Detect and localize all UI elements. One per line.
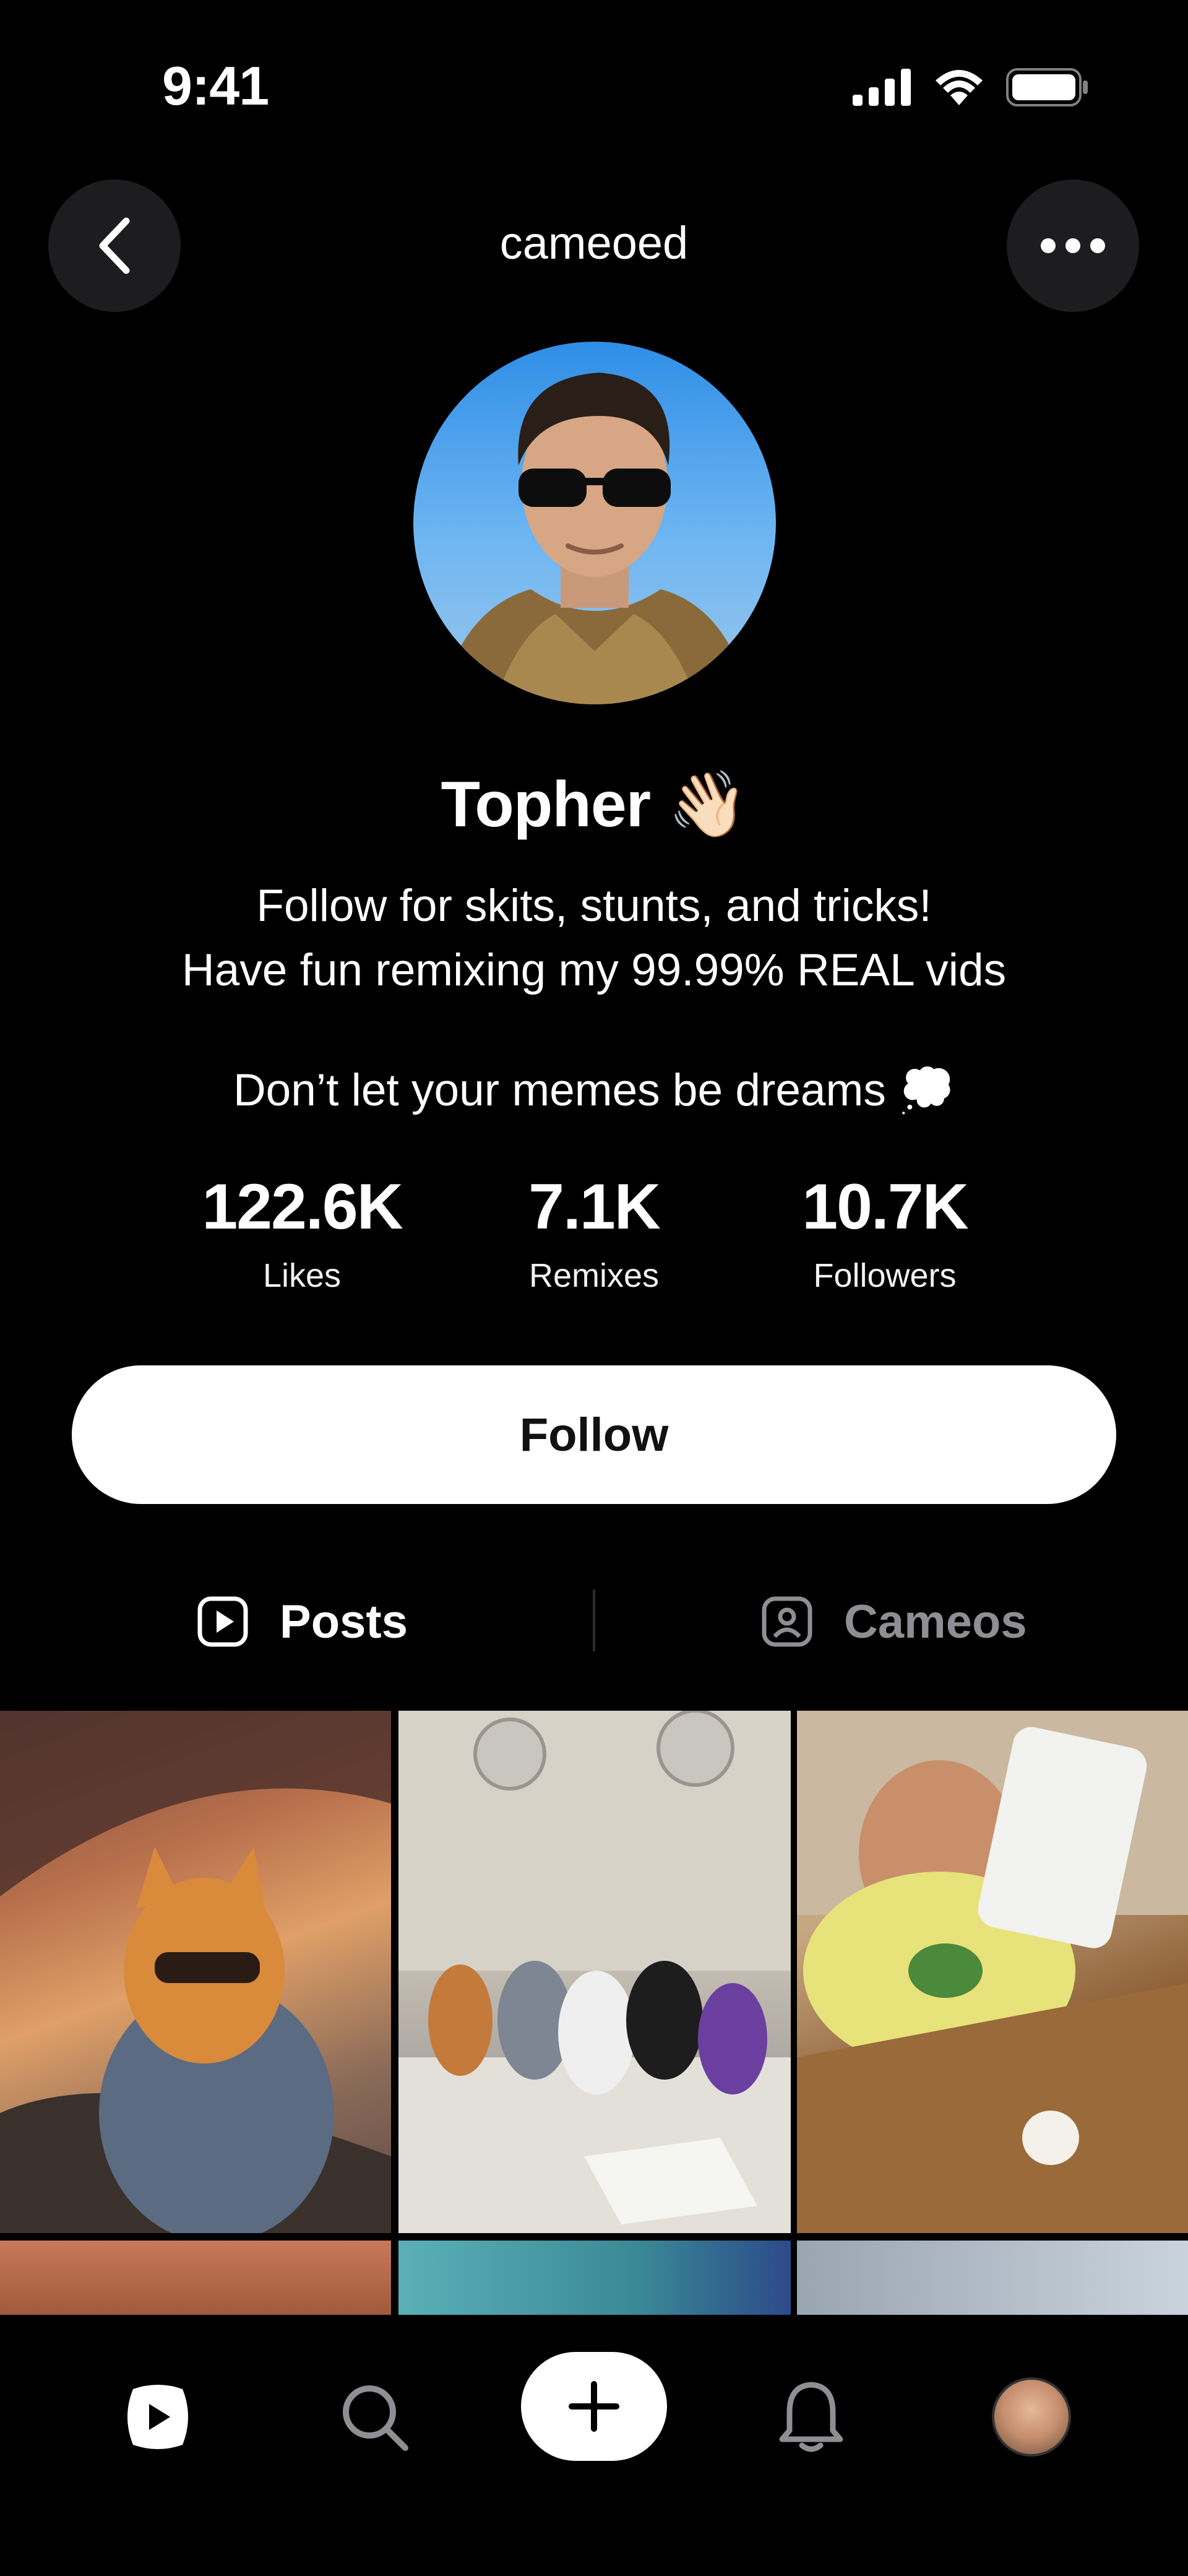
tab-posts[interactable]: Posts: [197, 1591, 408, 1653]
nav-notifications[interactable]: [765, 2371, 858, 2463]
post-thumbnail[interactable]: [0, 1711, 391, 2233]
stat-label: Followers: [813, 1257, 957, 1294]
nav-search[interactable]: [328, 2371, 421, 2463]
ellipsis-icon: [1041, 238, 1105, 253]
play-home-icon: [127, 2385, 188, 2449]
post-image-cats-baking: [398, 1711, 791, 2233]
stat-value: 122.6K: [202, 1171, 403, 1243]
bio-line-1: Follow for skits, stunts, and tricks!: [256, 881, 932, 931]
status-bar: 9:41: [0, 0, 1188, 155]
tab-label: Posts: [280, 1595, 408, 1648]
nav-home[interactable]: [111, 2371, 204, 2463]
avatar-icon: [992, 2377, 1071, 2457]
more-options-button[interactable]: [1007, 179, 1139, 312]
bio-tagline: Don’t let your memes be dreams 💭: [233, 1065, 955, 1115]
post-thumbnail[interactable]: [398, 1711, 791, 2233]
post-thumbnail[interactable]: [797, 2241, 1188, 2315]
search-icon: [343, 2385, 408, 2451]
cellular-signal-icon: [853, 69, 911, 106]
bio-line-2: Have fun remixing my 99.99% REAL vids: [181, 945, 1007, 995]
post-image-cat-driving: [0, 1711, 391, 2233]
plus-icon: [569, 2381, 619, 2432]
nav-profile[interactable]: [985, 2371, 1078, 2463]
status-icons: [853, 68, 1089, 106]
battery-icon: [1006, 68, 1088, 106]
stat-value: 7.1K: [528, 1171, 661, 1243]
post-thumbnail[interactable]: [0, 2241, 391, 2315]
stat-label: Remixes: [528, 1257, 660, 1294]
play-square-icon: [197, 1596, 248, 1647]
person-square-icon: [762, 1596, 812, 1647]
stat-likes[interactable]: 122.6K Likes: [172, 1175, 432, 1295]
tab-divider: [593, 1589, 595, 1651]
profile-avatar: [413, 342, 776, 704]
stat-remixes[interactable]: 7.1K Remixes: [464, 1175, 724, 1295]
tab-label: Cameos: [844, 1595, 1027, 1648]
status-time: 9:41: [162, 55, 269, 116]
wifi-icon: [936, 70, 983, 105]
follow-button[interactable]: Follow: [72, 1365, 1116, 1504]
create-button[interactable]: [521, 2352, 667, 2461]
post-thumbnail[interactable]: [797, 1711, 1188, 2233]
stat-label: Likes: [262, 1257, 342, 1294]
profile-display-name: Topher 👋🏻: [441, 769, 747, 841]
post-thumbnail[interactable]: [398, 2241, 791, 2315]
tab-cameos[interactable]: Cameos: [761, 1591, 1027, 1653]
post-image-baby-egg: [797, 1711, 1188, 2233]
profile-bio: Follow for skits, stunts, and tricks! Ha…: [0, 874, 1188, 1003]
stat-followers[interactable]: 10.7K Followers: [755, 1175, 1015, 1295]
bell-icon: [779, 2382, 843, 2452]
avatar-portrait: [438, 373, 751, 704]
stat-value: 10.7K: [802, 1171, 969, 1243]
